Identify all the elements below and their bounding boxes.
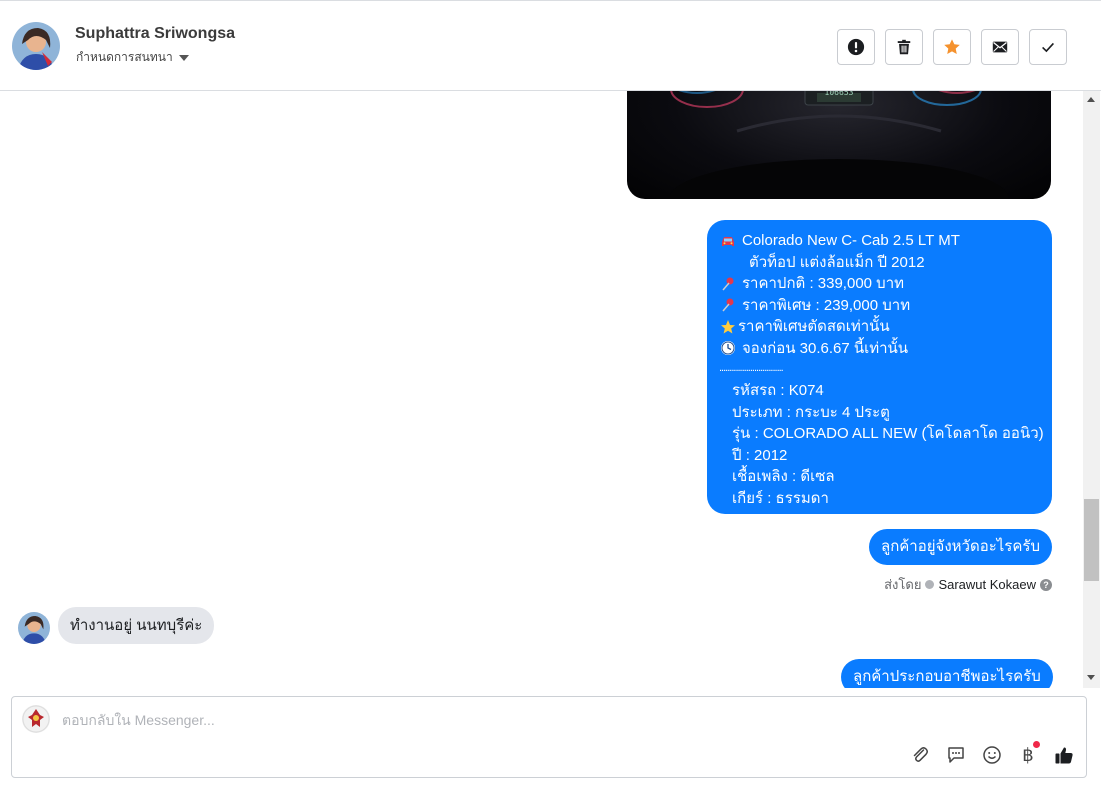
assign-conversation-label: กำหนดการสนทนา <box>76 50 173 64</box>
outgoing-message[interactable]: ลูกค้าประกอบอาชีพอะไรครับ <box>841 659 1053 688</box>
saved-replies-button[interactable] <box>944 743 968 767</box>
composer-tools: ฿ <box>908 741 1076 767</box>
star-button[interactable] <box>933 29 971 65</box>
listing-line: รหัสรถ : K074 <box>719 380 1040 402</box>
listing-line: ปี : 2012 <box>719 445 1040 467</box>
listing-separator: ............................... <box>719 362 784 374</box>
emoji-button[interactable] <box>980 743 1004 767</box>
listing-line-text: ประเภท : กระบะ 4 ประตู <box>732 403 890 421</box>
reply-input[interactable] <box>62 708 862 732</box>
conversation-header: Suphattra Sriwongsa กำหนดการสนทนา <box>0 0 1101 91</box>
listing-line: Colorado New C- Cab 2.5 LT MT <box>719 230 1040 252</box>
listing-line: ประเภท : กระบะ 4 ประตู <box>719 402 1040 424</box>
agent-status-icon <box>925 580 935 589</box>
scroll-up-arrow-icon[interactable] <box>1087 97 1095 102</box>
sent-by-label: ส่งโดย <box>884 577 922 592</box>
smiley-icon <box>983 746 1001 764</box>
alert-icon <box>847 38 865 56</box>
star-icon <box>719 318 737 336</box>
listing-line-text: เกียร์ : ธรรมดา <box>732 489 829 507</box>
listing-line: ราคาพิเศษ : 239,000 บาท <box>719 295 1040 317</box>
listing-line-text: ราคาปกติ : 339,000 บาท <box>742 275 905 292</box>
attach-button[interactable] <box>908 743 932 767</box>
chat-bubble-icon <box>948 747 964 763</box>
outgoing-message-listing[interactable]: Colorado New C- Cab 2.5 LT MT ตัวท็อป แต… <box>707 220 1052 514</box>
car-icon <box>719 232 737 250</box>
message-composer: ฿ <box>11 696 1087 778</box>
baht-icon: ฿ <box>1022 744 1034 766</box>
listing-line-text: ราคาพิเศษ : 239,000 บาท <box>742 296 911 314</box>
help-icon[interactable]: ? <box>1040 578 1052 591</box>
check-icon <box>1042 42 1054 53</box>
listing-line-text: รหัสรถ : K074 <box>732 382 824 399</box>
star-icon <box>944 39 960 55</box>
listing-line-text: รุ่น : COLORADO ALL NEW (โคโดลาโด ออนิว) <box>732 425 1044 442</box>
listing-line: จองก่อน 30.6.67 นี้เท่านั้น <box>719 338 1040 360</box>
paperclip-icon <box>913 747 928 762</box>
page-avatar <box>22 705 50 733</box>
mark-spam-button[interactable] <box>837 29 875 65</box>
pushpin-icon <box>719 296 737 314</box>
contact-name[interactable]: Suphattra Sriwongsa <box>75 25 235 43</box>
car-interior-photo[interactable]: 106653 <box>627 91 1051 199</box>
notification-dot <box>1033 741 1040 748</box>
thread-scrollbar[interactable] <box>1083 91 1100 688</box>
scrollbar-thumb[interactable] <box>1084 499 1099 581</box>
contact-avatar[interactable] <box>12 22 60 70</box>
mark-unread-button[interactable] <box>981 29 1019 65</box>
mark-done-button[interactable] <box>1029 29 1067 65</box>
contact-avatar-small[interactable] <box>18 612 50 644</box>
clock-icon <box>719 339 737 357</box>
listing-line: เชื้อเพลิง : ดีเซล <box>719 466 1040 488</box>
scroll-down-arrow-icon[interactable] <box>1087 675 1095 680</box>
listing-line: ............................... <box>719 359 1040 380</box>
envelope-icon <box>992 41 1008 53</box>
listing-line-text: ปี : 2012 <box>732 446 788 464</box>
sent-by-name[interactable]: Sarawut Kokaew <box>938 577 1036 592</box>
message-thread[interactable]: 106653 Colorado New C- Cab 2.5 LT MT ตัว… <box>0 91 1083 688</box>
trash-icon <box>897 39 911 55</box>
payment-button[interactable]: ฿ <box>1016 741 1040 767</box>
header-actions <box>837 29 1067 65</box>
outgoing-message[interactable]: ลูกค้าอยู่จังหวัดอะไรครับ <box>869 529 1052 565</box>
listing-line: รุ่น : COLORADO ALL NEW (โคโดลาโด ออนิว) <box>719 423 1044 445</box>
listing-line: ราคาปกติ : 339,000 บาท <box>719 273 1040 295</box>
sent-by-info: ส่งโดย Sarawut Kokaew ? <box>884 574 1052 595</box>
listing-line-text: จองก่อน 30.6.67 นี้เท่านั้น <box>742 339 909 357</box>
listing-line: ราคาพิเศษตัดสดเท่านั้น <box>719 316 1040 338</box>
incoming-message[interactable]: ทำงานอยู่ นนทบุรีค่ะ <box>58 607 215 644</box>
listing-line-text: ตัวท็อป แต่งล้อแม็ก ปี 2012 <box>749 253 925 271</box>
odometer-readout: 106653 <box>824 91 854 97</box>
listing-line-text: Colorado New C- Cab 2.5 LT MT <box>742 232 960 249</box>
listing-line-text: ราคาพิเศษตัดสดเท่านั้น <box>738 318 890 335</box>
thumbs-up-icon <box>1055 747 1073 764</box>
pushpin-icon <box>719 275 737 293</box>
listing-line-text: เชื้อเพลิง : ดีเซล <box>732 468 835 485</box>
delete-button[interactable] <box>885 29 923 65</box>
listing-line: ตัวท็อป แต่งล้อแม็ก ปี 2012 <box>719 252 1040 274</box>
assign-conversation-dropdown[interactable]: กำหนดการสนทนา <box>76 48 189 67</box>
listing-line: เกียร์ : ธรรมดา <box>719 488 1040 510</box>
caret-down-icon <box>178 55 189 61</box>
like-button[interactable] <box>1052 743 1076 767</box>
